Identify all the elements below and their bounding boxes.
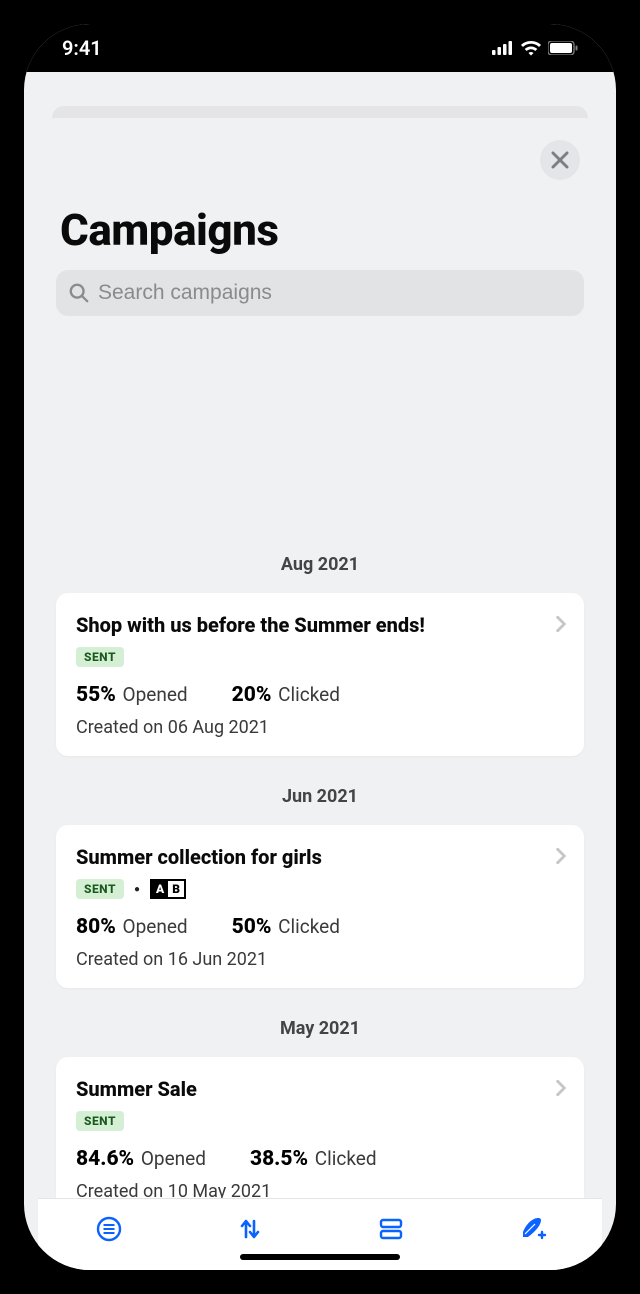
battery-icon bbox=[548, 41, 578, 55]
sort-arrows-icon bbox=[236, 1215, 264, 1243]
section-header: Aug 2021 bbox=[38, 528, 602, 593]
status-badge: SENT bbox=[76, 879, 124, 899]
chevron-right-icon bbox=[554, 847, 568, 865]
sort-button[interactable] bbox=[228, 1207, 272, 1251]
created-date: Created on 16 Jun 2021 bbox=[76, 949, 564, 970]
opened-stat: 80% Opened bbox=[76, 915, 188, 939]
clicked-stat: 38.5% Clicked bbox=[250, 1147, 377, 1171]
rows-icon bbox=[377, 1215, 405, 1243]
campaign-title: Summer Sale bbox=[76, 1077, 564, 1101]
campaign-title: Shop with us before the Summer ends! bbox=[76, 613, 564, 637]
campaign-card[interactable]: Summer collection for girls SENT ● AB 80… bbox=[56, 825, 584, 988]
status-badge: SENT bbox=[76, 647, 124, 667]
campaign-card[interactable]: Shop with us before the Summer ends! SEN… bbox=[56, 593, 584, 756]
opened-stat: 84.6% Opened bbox=[76, 1147, 206, 1171]
layout-button[interactable] bbox=[369, 1207, 413, 1251]
separator-dot: ● bbox=[134, 884, 140, 895]
page-title: Campaigns bbox=[38, 118, 602, 270]
search-icon bbox=[68, 282, 90, 304]
created-date: Created on 10 May 2021 bbox=[76, 1181, 564, 1198]
home-indicator[interactable] bbox=[240, 1254, 400, 1260]
ab-test-badge: AB bbox=[150, 879, 186, 899]
close-button[interactable] bbox=[540, 140, 580, 180]
menu-button[interactable] bbox=[87, 1207, 131, 1251]
status-icons bbox=[492, 41, 578, 56]
chevron-right-icon bbox=[554, 1079, 568, 1097]
list-circle-icon bbox=[95, 1215, 123, 1243]
main-sheet: Campaigns Aug 2021 Shop with us before t… bbox=[38, 118, 602, 1270]
chevron-right-icon bbox=[554, 615, 568, 633]
section-header: May 2021 bbox=[38, 992, 602, 1057]
cellular-icon bbox=[492, 41, 514, 55]
section-header: Jun 2021 bbox=[38, 760, 602, 825]
clicked-stat: 50% Clicked bbox=[232, 915, 340, 939]
close-icon bbox=[551, 151, 569, 169]
search-bar[interactable] bbox=[56, 270, 584, 316]
campaign-card[interactable]: Summer Sale SENT 84.6% Opened 38.5% Clic… bbox=[56, 1057, 584, 1198]
compose-button[interactable] bbox=[510, 1207, 554, 1251]
opened-stat: 55% Opened bbox=[76, 683, 188, 707]
search-input[interactable] bbox=[98, 281, 572, 305]
feather-plus-icon bbox=[517, 1214, 547, 1244]
wifi-icon bbox=[521, 41, 541, 56]
status-time: 9:41 bbox=[62, 36, 102, 60]
campaign-title: Summer collection for girls bbox=[76, 845, 564, 869]
status-badge: SENT bbox=[76, 1111, 124, 1131]
clicked-stat: 20% Clicked bbox=[232, 683, 340, 707]
created-date: Created on 06 Aug 2021 bbox=[76, 717, 564, 738]
